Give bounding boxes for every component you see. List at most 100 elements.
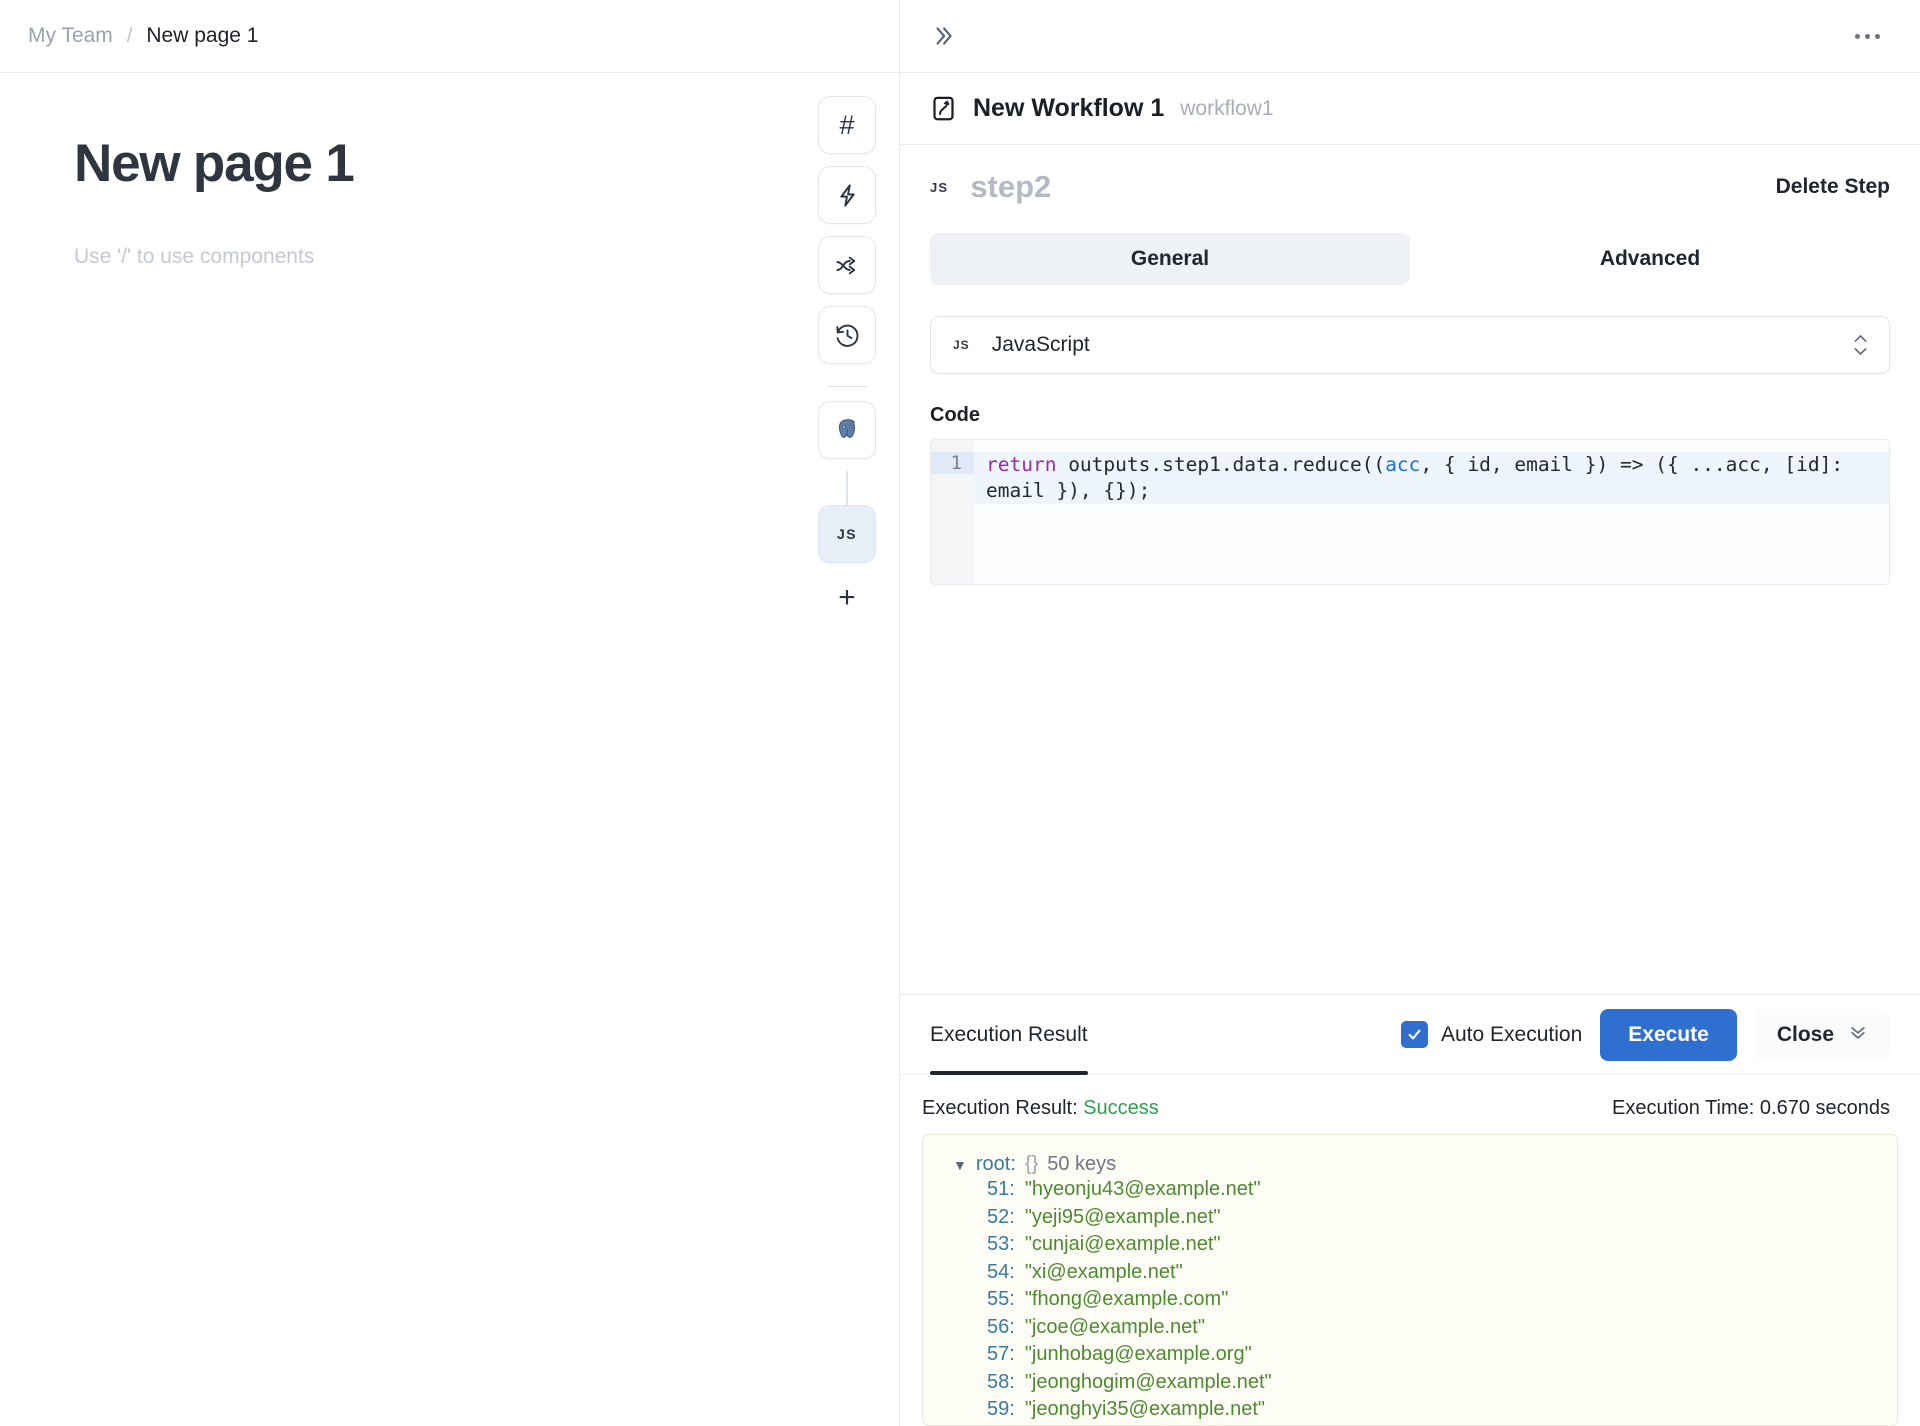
execution-panel: Execution Result Auto Execution Execute … — [900, 994, 1920, 1426]
js-icon: JS — [836, 526, 858, 542]
tab-advanced[interactable]: Advanced — [1410, 233, 1890, 285]
branch-icon — [834, 252, 861, 279]
document-panel: My Team / New page 1 New page 1 Use '/' … — [0, 0, 900, 1426]
workflow-icon — [930, 95, 957, 122]
rail-button-branch[interactable] — [818, 236, 876, 294]
chevron-double-right-icon[interactable] — [930, 23, 956, 49]
lightning-icon — [834, 182, 861, 209]
json-row: 55: "fhong@example.com" — [923, 1286, 1897, 1314]
step-js-icon: JS — [930, 179, 949, 195]
json-root-count: 50 keys — [1047, 1153, 1117, 1175]
json-row: 54: "xi@example.net" — [923, 1259, 1897, 1287]
json-value: "jeonghogim@example.net" — [1024, 1370, 1272, 1393]
document-placeholder[interactable]: Use '/' to use components — [74, 245, 899, 269]
workflow-slug: workflow1 — [1180, 96, 1274, 120]
document-body: New page 1 Use '/' to use components — [0, 73, 899, 269]
breadcrumb-team[interactable]: My Team — [28, 24, 113, 48]
json-value: "fhong@example.com" — [1024, 1288, 1229, 1310]
workflow-name[interactable]: New Workflow 1 — [973, 94, 1164, 123]
json-row: 51: "hyeonju43@example.net" — [923, 1176, 1897, 1204]
json-row: 57: "junhobag@example.org" — [923, 1341, 1897, 1369]
panel-spacer — [900, 585, 1920, 994]
rail-divider — [827, 386, 867, 387]
close-button[interactable]: Close — [1754, 1008, 1890, 1061]
json-value: "hyeonju43@example.net" — [1024, 1178, 1261, 1200]
settings-tabs: General Advanced — [900, 233, 1920, 285]
auto-execution-toggle[interactable]: Auto Execution — [1401, 1021, 1582, 1048]
tab-general[interactable]: General — [930, 233, 1410, 285]
rail-button-trigger[interactable] — [818, 166, 876, 224]
workflow-header: New Workflow 1 workflow1 — [900, 73, 1920, 145]
code-gutter: 1 — [931, 440, 974, 584]
json-key: 54: — [987, 1260, 1015, 1283]
add-step-button[interactable]: + — [838, 583, 856, 613]
tab-execution-result[interactable]: Execution Result — [930, 995, 1088, 1075]
auto-execution-label: Auto Execution — [1441, 1022, 1583, 1046]
json-key: 58: — [987, 1370, 1015, 1393]
language-select-value: JavaScript — [991, 333, 1090, 356]
rail-node-js[interactable]: JS — [818, 505, 876, 563]
caret-down-icon[interactable]: ▼ — [953, 1158, 967, 1172]
more-options-icon[interactable] — [1845, 24, 1890, 49]
page-title[interactable]: New page 1 — [74, 134, 899, 193]
code-token-keyword: return — [986, 453, 1057, 476]
json-value: "jcoe@example.net" — [1024, 1315, 1205, 1338]
json-row: 56: "jcoe@example.net" — [923, 1314, 1897, 1342]
json-value: "yeji95@example.net" — [1024, 1205, 1221, 1228]
rail-button-hash[interactable]: # — [818, 96, 876, 154]
json-key: 55: — [987, 1288, 1015, 1310]
json-root-braces: {} — [1024, 1153, 1039, 1175]
json-root-row[interactable]: ▼ root: {} 50 keys — [923, 1153, 1897, 1176]
json-row: 59: "jeonghyi35@example.net" — [923, 1396, 1897, 1424]
json-row: 52: "yeji95@example.net" — [923, 1204, 1897, 1232]
json-root-key: root: — [975, 1153, 1016, 1175]
execution-time: Execution Time: 0.670 seconds — [1612, 1097, 1890, 1119]
step-name[interactable]: step2 — [970, 169, 1051, 205]
json-key: 52: — [987, 1205, 1015, 1228]
postgres-elephant-icon — [833, 416, 861, 444]
code-token-plain-1: outputs.step1.data.reduce(( — [1056, 453, 1386, 476]
json-value: "junhobag@example.org" — [1024, 1343, 1252, 1365]
breadcrumb-page[interactable]: New page 1 — [146, 24, 258, 48]
execute-button[interactable]: Execute — [1600, 1008, 1737, 1061]
execution-status: Success — [1083, 1097, 1159, 1119]
chevron-double-down-icon — [1848, 1022, 1868, 1048]
step-header: JS step2 Delete Step — [900, 145, 1920, 229]
execution-meta: Execution Result: Success Execution Time… — [900, 1075, 1920, 1134]
json-row: 53: "cunjai@example.net" — [923, 1231, 1897, 1259]
json-key: 56: — [987, 1315, 1015, 1338]
rail-button-history[interactable] — [818, 306, 876, 364]
json-row: 58: "jeonghogim@example.net" — [923, 1369, 1897, 1397]
history-icon — [834, 322, 861, 349]
code-line-number: 1 — [931, 452, 974, 474]
delete-step-button[interactable]: Delete Step — [1776, 175, 1890, 199]
code-label: Code — [930, 404, 980, 426]
workflow-panel: New Workflow 1 workflow1 JS step2 Delete… — [900, 0, 1920, 1426]
hash-icon: # — [839, 109, 855, 140]
execution-result-prefix: Execution Result: — [922, 1097, 1078, 1119]
panel-topbar — [900, 0, 1920, 73]
rail-connector-line — [846, 471, 848, 505]
language-select[interactable]: JS JavaScript — [930, 316, 1890, 374]
auto-execution-checkbox[interactable] — [1401, 1021, 1428, 1048]
json-value: "jeonghyi35@example.net" — [1024, 1398, 1266, 1420]
json-key: 51: — [987, 1178, 1015, 1200]
code-line-1: return outputs.step1.data.reduce((acc, {… — [974, 452, 1889, 504]
json-value: "xi@example.net" — [1024, 1260, 1183, 1283]
language-js-icon: JS — [953, 338, 970, 352]
code-editor[interactable]: 1 return outputs.step1.data.reduce((acc,… — [930, 439, 1890, 585]
json-result-viewer[interactable]: ▼ root: {} 50 keys 51: "hyeonju43@example… — [922, 1134, 1898, 1426]
json-key: 57: — [987, 1343, 1015, 1365]
breadcrumb-separator: / — [126, 24, 133, 47]
code-token-variable: acc — [1385, 453, 1421, 476]
json-entries: 51: "hyeonju43@example.net" 52: "yeji95@ex… — [923, 1176, 1897, 1424]
workflow-rail: # JS + — [818, 96, 876, 613]
code-body[interactable]: return outputs.step1.data.reduce((acc, {… — [974, 440, 1889, 584]
execution-toolbar: Execution Result Auto Execution Execute … — [900, 995, 1920, 1075]
app-root: My Team / New page 1 New page 1 Use '/' … — [0, 0, 1920, 1426]
breadcrumb: My Team / New page 1 — [0, 0, 899, 73]
stepper-icon[interactable] — [1852, 333, 1869, 357]
json-key: 59: — [987, 1398, 1015, 1420]
rail-node-postgres[interactable] — [818, 401, 876, 459]
execution-actions: Auto Execution Execute Close — [1401, 1008, 1890, 1061]
